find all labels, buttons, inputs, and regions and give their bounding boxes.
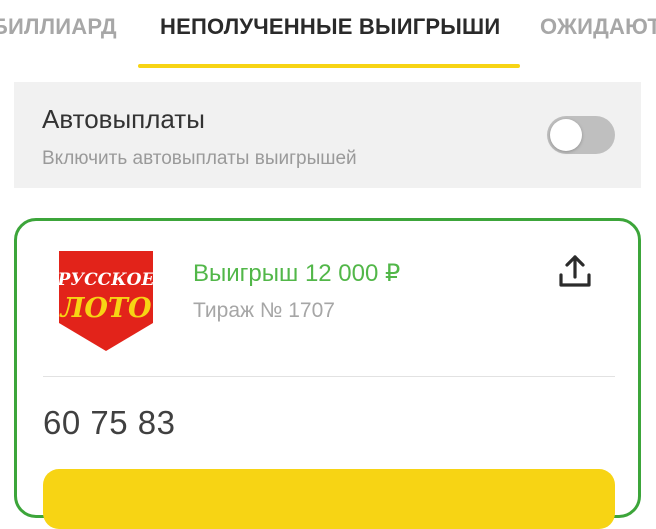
autopay-panel: Автовыплаты Включить автовыплаты выигрыш… [14, 82, 641, 188]
prize-amount: Выигрыш 12 000 ₽ [193, 260, 401, 287]
toggle-knob [550, 119, 582, 151]
russkoe-loto-logo: РУССКОЕ ЛОТО [57, 251, 155, 351]
draw-number: Тираж № 1707 [193, 299, 335, 322]
active-tab-indicator [138, 64, 520, 68]
ticket-card[interactable]: РУССКОЕ ЛОТО Выигрыш 12 000 ₽ Тираж № 17… [14, 218, 641, 529]
autopay-toggle[interactable] [547, 116, 615, 154]
claim-button[interactable] [43, 469, 615, 529]
tab-bar: БИЛЛИАРД НЕПОЛУЧЕННЫЕ ВЫИГРЫШИ ОЖИДАЮТ [0, 0, 656, 70]
tab-unclaimed-winnings[interactable]: НЕПОЛУЧЕННЫЕ ВЫИГРЫШИ [160, 14, 500, 40]
autopay-title: Автовыплаты [42, 104, 205, 134]
tab-pending[interactable]: ОЖИДАЮТ [540, 14, 656, 40]
share-upload-icon[interactable] [555, 251, 595, 291]
tab-billiard[interactable]: БИЛЛИАРД [0, 14, 117, 40]
logo-text-line2: ЛОТО [58, 293, 151, 324]
card-divider [43, 376, 615, 377]
logo-text-line1: РУССКОЕ [57, 270, 155, 290]
autopay-subtitle: Включить автовыплаты выигрышей [42, 148, 357, 169]
winning-numbers: 60 75 83 [43, 404, 176, 441]
